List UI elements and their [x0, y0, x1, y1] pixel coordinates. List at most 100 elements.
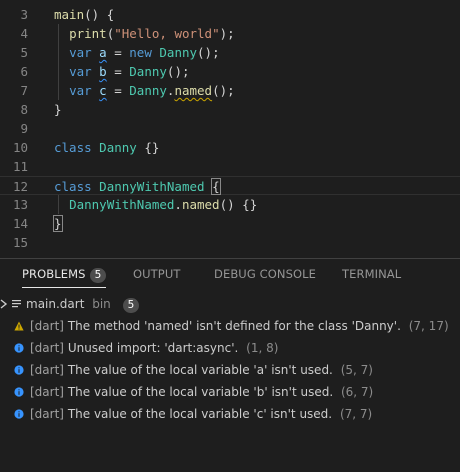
line-number: 9 — [20, 121, 28, 136]
code-line[interactable]: 7 var c = Danny.named(); — [0, 81, 460, 100]
code-text: var a = new Danny(); — [54, 43, 220, 62]
problem-file-folder: bin — [92, 297, 111, 311]
tab-debug-console-label: DEBUG CONSOLE — [214, 267, 317, 281]
problem-item[interactable]: [dart] Unused import: 'dart:async'. (1, … — [14, 337, 278, 359]
code-token: named — [181, 197, 220, 212]
code-line[interactable]: 5 var a = new Danny(); — [0, 43, 460, 62]
code-line[interactable]: 3 main() { — [0, 5, 460, 24]
tab-output-label: OUTPUT — [133, 267, 181, 281]
line-number: 13 — [12, 197, 28, 212]
code-line[interactable]: 6 var b = Danny(); — [0, 62, 460, 81]
code-token: (); — [212, 83, 235, 98]
code-line[interactable]: 15 — [0, 233, 460, 252]
code-token: { — [211, 178, 221, 195]
code-token: main — [54, 7, 85, 22]
code-token: () { — [84, 7, 115, 22]
line-number: 11 — [12, 159, 28, 174]
bottom-panel: PROBLEMS 5 OUTPUT DEBUG CONSOLE TERMINAL … — [0, 258, 460, 472]
problem-message: The value of the local variable 'c' isn'… — [67, 407, 333, 421]
line-number: 6 — [20, 64, 28, 79]
problem-item[interactable]: [dart] The value of the local variable '… — [14, 359, 373, 381]
line-number: 14 — [12, 216, 28, 231]
code-token: print — [69, 26, 107, 41]
code-text: class Danny {} — [54, 138, 159, 157]
tab-debug-console[interactable]: DEBUG CONSOLE — [214, 267, 316, 281]
info-icon — [14, 382, 24, 404]
panel-tabs: PROBLEMS 5 OUTPUT DEBUG CONSOLE TERMINAL — [0, 259, 460, 291]
code-token: c — [99, 83, 107, 98]
code-text: } — [54, 100, 62, 119]
code-line[interactable]: 8} — [0, 100, 460, 119]
code-token: Danny — [99, 140, 137, 155]
code-text: } — [53, 214, 63, 233]
code-line[interactable]: 10 class Danny {} — [0, 138, 460, 157]
problems-file-group[interactable]: main.dart bin 5 — [0, 293, 140, 316]
code-token: "Hello, world" — [114, 26, 220, 41]
code-token: class — [54, 140, 92, 155]
problems-count-badge: 5 — [89, 268, 107, 283]
code-token: . — [174, 197, 182, 212]
problem-source: [dart] — [30, 385, 64, 399]
code-token: DannyWithNamed — [69, 197, 175, 212]
problem-item[interactable]: [dart] The value of the local variable '… — [14, 381, 373, 403]
code-text: class DannyWithNamed { — [54, 177, 221, 196]
problem-file-name: main.dart — [26, 297, 85, 311]
line-number: 12 — [12, 179, 28, 194]
problem-location: (7, 7) — [339, 407, 373, 421]
code-token: {} — [136, 140, 160, 155]
code-token: = — [106, 64, 130, 79]
code-token: Danny — [159, 45, 198, 60]
line-number: 4 — [20, 26, 28, 41]
code-token: new — [129, 45, 152, 60]
code-line[interactable]: 4 print("Hello, world"); — [0, 24, 460, 43]
problem-item[interactable]: [dart] The value of the local variable '… — [14, 403, 372, 425]
problem-location: (7, 17) — [408, 319, 449, 333]
problem-source: [dart] — [30, 363, 64, 377]
code-token: var — [69, 64, 92, 79]
code-editor[interactable]: 3 main() {4 print("Hello, world"); 5 var a… — [0, 0, 460, 258]
tab-terminal-label: TERMINAL — [342, 267, 402, 281]
code-text: DannyWithNamed.named() {} — [54, 195, 257, 214]
line-number: 10 — [12, 140, 28, 155]
code-token: } — [53, 215, 63, 232]
code-line[interactable]: 14} — [0, 214, 460, 233]
tab-terminal[interactable]: TERMINAL — [342, 267, 401, 281]
code-line[interactable]: 13 DannyWithNamed.named() {} — [0, 195, 460, 214]
problem-item[interactable]: [dart] The method 'named' isn't defined … — [14, 315, 449, 337]
code-token: DannyWithNamed — [99, 179, 205, 194]
code-token: () {} — [219, 197, 258, 212]
code-token: } — [54, 102, 62, 117]
file-problem-count-badge: 5 — [122, 298, 140, 313]
problem-source: [dart] — [30, 407, 64, 421]
file-lines-icon — [12, 294, 22, 316]
code-token: Danny — [129, 64, 167, 79]
problem-message: The method 'named' isn't defined for the… — [67, 319, 401, 333]
code-token: var — [69, 83, 92, 98]
code-text: main() { — [54, 5, 114, 24]
code-line[interactable]: 11 — [0, 157, 460, 176]
indent-guide — [58, 24, 59, 100]
line-number: 3 — [20, 7, 28, 22]
tab-problems[interactable]: PROBLEMS 5 — [22, 267, 107, 288]
code-token: class — [54, 179, 92, 194]
code-token: named — [174, 83, 213, 98]
code-token: a — [99, 45, 107, 60]
code-token: = — [106, 45, 130, 60]
code-token: = — [106, 83, 130, 98]
warning-icon — [14, 316, 24, 338]
collapse-chevron-icon[interactable] — [0, 294, 8, 316]
problem-location: (5, 7) — [340, 363, 373, 377]
code-text: var b = Danny(); — [54, 62, 189, 81]
problem-message: The value of the local variable 'b' isn'… — [67, 385, 334, 399]
code-line[interactable]: 12 class DannyWithNamed { — [0, 176, 460, 195]
tab-output[interactable]: OUTPUT — [133, 267, 180, 281]
code-text: var c = Danny.named(); — [54, 81, 235, 100]
problem-source: [dart] — [30, 319, 64, 333]
problem-location: (6, 7) — [340, 385, 374, 399]
code-line[interactable]: 9 — [0, 119, 460, 138]
